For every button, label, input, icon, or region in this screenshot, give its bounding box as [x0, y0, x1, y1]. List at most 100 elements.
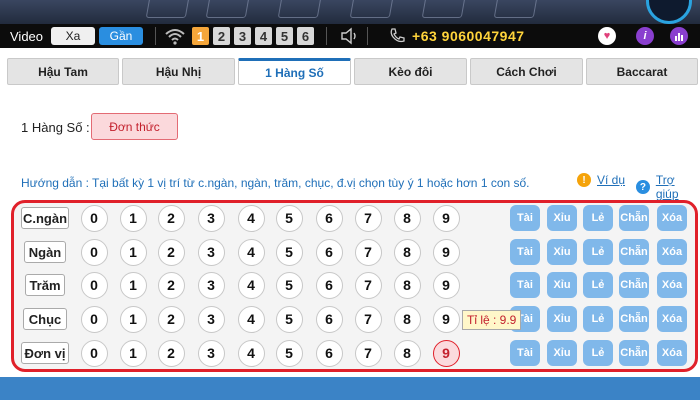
digit-button[interactable]: 0 — [80, 204, 108, 232]
quick-select-button[interactable]: Xóa — [657, 239, 687, 265]
tab-1-hang-so[interactable]: 1 Hàng Số — [238, 58, 351, 85]
quick-select-button[interactable]: Xóa — [657, 306, 687, 332]
digit-button[interactable]: 0 — [80, 339, 108, 367]
digit-button[interactable]: 4 — [237, 238, 265, 266]
digit-button[interactable]: 9 — [432, 339, 460, 367]
signal-level[interactable]: 2 — [213, 27, 231, 45]
digit-button[interactable]: 4 — [237, 271, 265, 299]
digit-button[interactable]: 9 — [432, 305, 460, 333]
digit-button[interactable]: 1 — [119, 238, 147, 266]
quick-select-button[interactable]: Xóa — [657, 272, 687, 298]
digit-button[interactable]: 0 — [80, 305, 108, 333]
digit-button[interactable]: 7 — [354, 204, 382, 232]
signal-level[interactable]: 3 — [234, 27, 252, 45]
digit-button[interactable]: 1 — [119, 305, 147, 333]
logo-disc — [646, 0, 692, 24]
quick-select-button[interactable]: Xỉu — [547, 306, 577, 332]
digit-button[interactable]: 1 — [119, 339, 147, 367]
quick-select-button[interactable]: Xỉu — [547, 272, 577, 298]
quick-select-button[interactable]: Chẵn — [619, 340, 649, 366]
digit-button[interactable]: 1 — [119, 204, 147, 232]
quick-select-button[interactable]: Tài — [510, 239, 540, 265]
digit-button[interactable]: 4 — [237, 339, 265, 367]
quick-select-button[interactable]: Xỉu — [547, 340, 577, 366]
quick-select-button[interactable]: Xóa — [657, 340, 687, 366]
digit-button[interactable]: 2 — [157, 271, 185, 299]
guide-text: Hướng dẫn : Tại bất kỳ 1 vị trí từ c.ngà… — [21, 176, 530, 190]
signal-level[interactable]: 5 — [276, 27, 294, 45]
digit-button[interactable]: 4 — [237, 305, 265, 333]
digit-button[interactable]: 7 — [354, 305, 382, 333]
example-link-label: Ví dụ — [597, 173, 626, 187]
digit-button[interactable]: 3 — [197, 339, 225, 367]
digit-button[interactable]: 3 — [197, 238, 225, 266]
digit-button[interactable]: 6 — [315, 339, 343, 367]
digit-button[interactable]: 5 — [275, 204, 303, 232]
example-link[interactable]: ! Ví dụ — [577, 173, 625, 187]
quick-select-button[interactable]: Xóa — [657, 205, 687, 231]
digit-button[interactable]: 8 — [393, 204, 421, 232]
digit-button[interactable]: 9 — [432, 271, 460, 299]
heart-add-icon[interactable]: ♥ — [598, 27, 616, 45]
quick-select-button[interactable]: Lẻ — [583, 205, 613, 231]
digit-button[interactable]: 7 — [354, 339, 382, 367]
digit-button[interactable]: 0 — [80, 271, 108, 299]
digit-button[interactable]: 8 — [393, 339, 421, 367]
quality-option[interactable]: Xa — [51, 27, 96, 45]
digit-button[interactable]: 5 — [275, 339, 303, 367]
quick-select-button[interactable]: Lẻ — [583, 306, 613, 332]
tab-baccarat[interactable]: Baccarat — [586, 58, 698, 85]
quick-select-button[interactable]: Lẻ — [583, 272, 613, 298]
info-icon[interactable]: i — [636, 27, 654, 45]
stats-icon[interactable] — [670, 27, 688, 45]
quick-select-button[interactable]: Lẻ — [583, 340, 613, 366]
digit-button[interactable]: 5 — [275, 238, 303, 266]
digit-button[interactable]: 6 — [315, 305, 343, 333]
odds-tooltip: Tỉ lệ : 9.9 — [462, 310, 522, 330]
tab-hau-tam[interactable]: Hậu Tam — [7, 58, 119, 85]
signal-level[interactable]: 1 — [192, 27, 210, 45]
digit-button[interactable]: 8 — [393, 271, 421, 299]
digit-button[interactable]: 7 — [354, 238, 382, 266]
digit-button[interactable]: 9 — [432, 238, 460, 266]
digit-button[interactable]: 5 — [275, 271, 303, 299]
digit-button[interactable]: 9 — [432, 204, 460, 232]
quality-option[interactable]: Gần — [99, 27, 144, 45]
quick-select-button[interactable]: Chẵn — [619, 205, 649, 231]
digit-button[interactable]: 3 — [197, 305, 225, 333]
quick-select-button[interactable]: Chẵn — [619, 272, 649, 298]
digit-button[interactable]: 8 — [393, 238, 421, 266]
digit-button[interactable]: 4 — [237, 204, 265, 232]
tab-keo-doi[interactable]: Kèo đôi — [354, 58, 467, 85]
digit-button[interactable]: 8 — [393, 305, 421, 333]
digit-button[interactable]: 1 — [119, 271, 147, 299]
tab-cach-choi[interactable]: Cách Chơi — [470, 58, 583, 85]
don-thuc-button[interactable]: Đơn thức — [91, 113, 178, 140]
quick-select-button[interactable]: Chẵn — [619, 239, 649, 265]
digit-button[interactable]: 2 — [157, 238, 185, 266]
digit-button[interactable]: 2 — [157, 339, 185, 367]
signal-level[interactable]: 4 — [255, 27, 273, 45]
signal-level[interactable]: 6 — [297, 27, 315, 45]
quick-select-button[interactable]: Tài — [510, 340, 540, 366]
quick-select-button[interactable]: Lẻ — [583, 239, 613, 265]
digit-button[interactable]: 5 — [275, 305, 303, 333]
quick-select-button[interactable]: Xỉu — [547, 205, 577, 231]
digit-button[interactable]: 2 — [157, 204, 185, 232]
quick-select-button[interactable]: Xỉu — [547, 239, 577, 265]
quick-select-button[interactable]: Tài — [510, 205, 540, 231]
quick-select-button[interactable]: Chẵn — [619, 306, 649, 332]
mode-label: 1 Hàng Số : — [21, 120, 90, 135]
digit-button[interactable]: 6 — [315, 204, 343, 232]
quick-select-button[interactable]: Tài — [510, 272, 540, 298]
help-link[interactable]: ? Trợ giúp — [636, 173, 700, 201]
digit-button[interactable]: 2 — [157, 305, 185, 333]
digit-button[interactable]: 0 — [80, 238, 108, 266]
digit-button[interactable]: 3 — [197, 204, 225, 232]
digit-button[interactable]: 6 — [315, 238, 343, 266]
speaker-icon[interactable] — [339, 27, 361, 45]
tab-hau-nhi[interactable]: Hậu Nhị — [122, 58, 235, 85]
digit-button[interactable]: 3 — [197, 271, 225, 299]
digit-button[interactable]: 6 — [315, 271, 343, 299]
digit-button[interactable]: 7 — [354, 271, 382, 299]
